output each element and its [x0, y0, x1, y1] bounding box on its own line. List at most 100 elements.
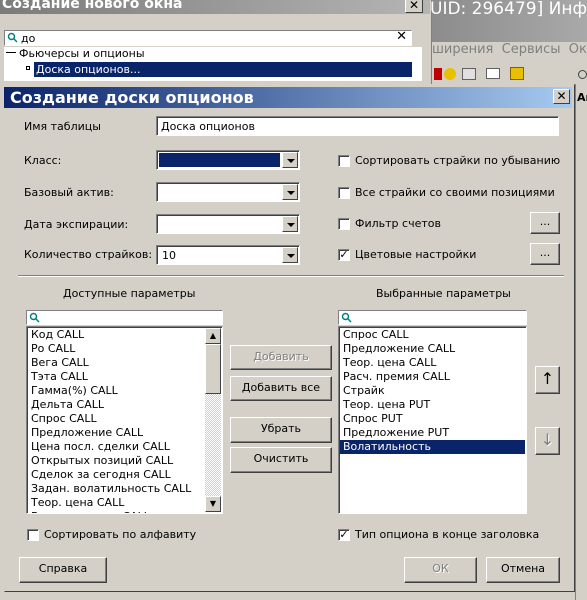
scroll-thumb[interactable]: [205, 344, 221, 394]
list-item[interactable]: Код CALL: [28, 328, 204, 342]
sort-alpha-checkbox[interactable]: [27, 529, 39, 541]
check-icon: ✓: [339, 528, 349, 541]
background-close-button[interactable]: ✕: [405, 0, 423, 13]
list-item[interactable]: Гамма(%) CALL: [28, 384, 204, 398]
move-up-button[interactable]: ↑: [535, 366, 560, 394]
background-window: Создание нового окна ✕ до ✕ Фьючерсы и о…: [0, 0, 432, 84]
strikes-count-select[interactable]: 10: [156, 245, 300, 265]
selected-params-header: Выбранные параметры: [376, 287, 511, 300]
list-item[interactable]: Теор. цена CALL: [28, 496, 204, 510]
document-icon[interactable]: [462, 68, 476, 80]
list-item[interactable]: Задан. волатильность CALL: [28, 482, 204, 496]
toolbar-icon-red[interactable]: [434, 68, 442, 80]
separator-highlight: [18, 276, 564, 277]
close-icon: ✕: [556, 89, 567, 103]
background-window-title: Создание нового окна: [2, 0, 183, 12]
list-item[interactable]: Открытых позиций CALL: [28, 454, 204, 468]
list-item[interactable]: Спрос CALL: [340, 328, 525, 342]
tree-group-label[interactable]: Фьючерсы и опционы: [19, 47, 145, 60]
list-item[interactable]: Расч. премия CALL: [340, 370, 525, 384]
clear-button[interactable]: Очистить: [230, 447, 332, 473]
tree-item-icon: [26, 66, 30, 70]
table-name-label: Имя таблицы: [24, 120, 101, 133]
menu-item-extensions[interactable]: ширения: [432, 42, 493, 57]
list-item[interactable]: Дельта CALL: [28, 398, 204, 412]
list-item[interactable]: Спрос CALL: [28, 412, 204, 426]
add-all-button[interactable]: Добавить все: [230, 376, 332, 401]
sort-alpha-label: Сортировать по алфавиту: [44, 528, 197, 541]
move-down-button[interactable]: ↓: [535, 427, 560, 455]
list-item[interactable]: Цена посл. сделки CALL: [28, 440, 204, 454]
expiration-select[interactable]: [156, 214, 300, 234]
all-strikes-positions-label: Все страйки со своими позициями: [355, 186, 555, 199]
selected-search-input[interactable]: [338, 310, 527, 325]
list-item[interactable]: Волатильность CALL: [28, 510, 204, 513]
search-icon: [341, 312, 352, 323]
table-name-input[interactable]: Доска опционов: [156, 116, 559, 136]
clear-search-icon[interactable]: ✕: [396, 29, 407, 44]
cancel-button[interactable]: Отмена: [486, 557, 560, 583]
background-app: UID: 296479] Инфо ширения Сервисы Окна: [430, 0, 587, 90]
class-dropdown-arrow-icon[interactable]: [282, 152, 298, 168]
color-settings-label: Цветовые настройки: [355, 248, 477, 261]
class-select-highlight: [159, 153, 280, 167]
add-button[interactable]: Добавить: [230, 345, 332, 370]
list-item[interactable]: Ро CALL: [28, 342, 204, 356]
background-search-input[interactable]: до ✕: [4, 29, 412, 46]
account-filter-label: Фильтр счетов: [355, 217, 441, 230]
help-button[interactable]: Справка: [19, 557, 107, 583]
table-name-value: Доска опционов: [161, 120, 255, 133]
scroll-up-arrow-icon[interactable]: ▲: [205, 328, 221, 344]
dialog-title: Создание доски опционов: [10, 88, 254, 107]
expiration-dropdown-arrow-icon[interactable]: [282, 216, 298, 232]
account-filter-checkbox[interactable]: [338, 218, 350, 230]
list-item[interactable]: Теор. цена CALL: [340, 356, 525, 370]
mail-icon[interactable]: [486, 68, 500, 79]
list-item[interactable]: Предложение CALL: [340, 342, 525, 356]
folder-icon[interactable]: [510, 67, 524, 80]
list-item[interactable]: Сделок за сегодня CALL: [28, 468, 204, 482]
dialog-close-button[interactable]: ✕: [553, 89, 570, 104]
list-item[interactable]: Вега CALL: [28, 356, 204, 370]
class-select[interactable]: [156, 150, 300, 170]
list-item[interactable]: Спрос PUT: [340, 412, 525, 426]
background-app-menu: ширения Сервисы Окна: [432, 42, 587, 57]
option-type-end-label: Тип опциона в конце заголовка: [355, 528, 540, 541]
tree-collapse-icon[interactable]: [6, 52, 16, 53]
base-asset-select[interactable]: [156, 182, 300, 202]
base-asset-dropdown-arrow-icon[interactable]: [282, 184, 298, 200]
available-scrollbar[interactable]: ▲ ▼: [205, 328, 221, 512]
coins-icon[interactable]: [444, 68, 456, 80]
available-search-input[interactable]: [26, 310, 223, 325]
background-window-titlebar: Создание нового окна: [0, 0, 430, 14]
expiration-label: Дата экспирации:: [24, 218, 129, 231]
background-app-side: Ar: [575, 84, 587, 600]
arrow-down-icon: ↓: [540, 430, 555, 449]
selected-params-list[interactable]: Спрос CALL Предложение CALL Теор. цена CAL…: [338, 326, 527, 514]
list-item[interactable]: Страйк: [340, 384, 525, 398]
account-filter-ellipsis-button[interactable]: ...: [530, 212, 560, 234]
class-label: Класс:: [24, 154, 62, 167]
list-item[interactable]: Предложение CALL: [28, 426, 204, 440]
available-params-list[interactable]: Код CALL Ро CALL Вега CALL Тэта CALL Гамма(%…: [26, 326, 223, 514]
menu-item-windows[interactable]: Окна: [569, 42, 587, 57]
scroll-down-arrow-icon[interactable]: ▼: [205, 496, 221, 512]
ok-button[interactable]: ОК: [404, 557, 477, 583]
color-settings-ellipsis-button[interactable]: ...: [530, 243, 560, 265]
tree-item-selected[interactable]: Доска опционов...: [34, 62, 412, 77]
sort-strikes-desc-checkbox[interactable]: [338, 155, 350, 167]
base-asset-label: Базовый актив:: [24, 186, 114, 199]
all-strikes-positions-checkbox[interactable]: [338, 187, 350, 199]
remove-button[interactable]: Убрать: [230, 417, 332, 443]
strikes-dropdown-arrow-icon[interactable]: [282, 247, 298, 263]
check-icon: ✓: [339, 248, 349, 261]
list-item[interactable]: Волатильность: [340, 440, 525, 454]
color-settings-checkbox[interactable]: ✓: [338, 249, 350, 261]
option-type-end-checkbox[interactable]: ✓: [338, 529, 350, 541]
list-item[interactable]: Теор. цена PUT: [340, 398, 525, 412]
list-item[interactable]: Предложение PUT: [340, 426, 525, 440]
list-item[interactable]: Тэта CALL: [28, 370, 204, 384]
strikes-count-label: Количество страйков:: [24, 248, 153, 261]
menu-item-services[interactable]: Сервисы: [502, 42, 561, 57]
refresh-icon[interactable]: [578, 70, 587, 79]
